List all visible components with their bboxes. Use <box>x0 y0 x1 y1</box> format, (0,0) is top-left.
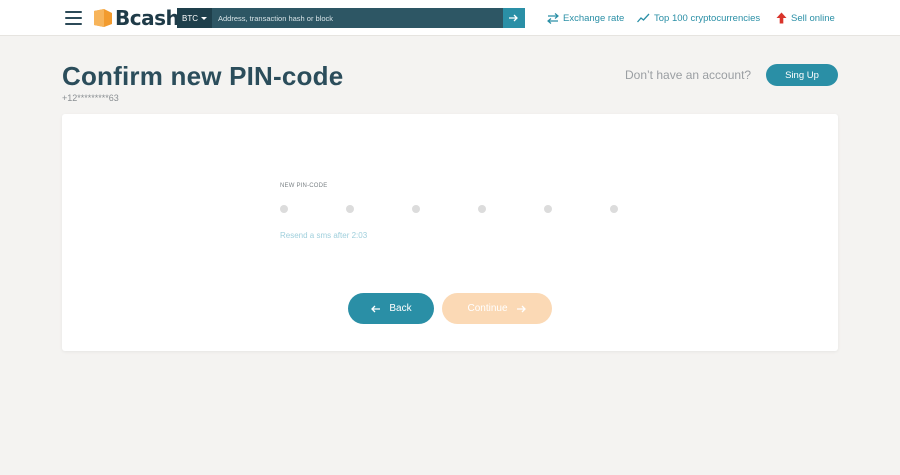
back-button[interactable]: Back <box>348 293 434 324</box>
nav-sell-online[interactable]: Sell online <box>776 11 835 25</box>
continue-button[interactable]: Continue <box>442 293 552 324</box>
nav-top100-label: Top 100 cryptocurrencies <box>654 12 761 24</box>
hamburger-menu-icon[interactable] <box>65 11 82 25</box>
pin-digit-dot[interactable] <box>544 205 552 213</box>
search-submit-button[interactable] <box>503 8 525 28</box>
arrow-left-icon <box>371 305 381 312</box>
logo-text: Bcash <box>115 6 180 30</box>
page-title: Confirm new PIN-code <box>62 61 344 91</box>
arrow-up-icon <box>776 12 787 24</box>
arrow-right-icon <box>509 14 518 22</box>
nav-exchange-rate-label: Exchange rate <box>563 12 625 24</box>
nav-top100[interactable]: Top 100 cryptocurrencies <box>637 11 760 25</box>
nav-exchange-rate[interactable]: Exchange rate <box>547 11 624 25</box>
top-header: Bcash BTC Exchange rate Top 100 cryptocu… <box>0 0 900 36</box>
no-account-text: Don’t have an account? <box>625 68 752 82</box>
back-button-label: Back <box>389 303 412 314</box>
masked-phone-number: +12*********63 <box>62 93 119 103</box>
trend-line-icon <box>637 13 650 23</box>
search-input[interactable] <box>212 8 503 28</box>
search-bar: BTC <box>177 8 525 28</box>
bcash-logo-icon <box>94 9 112 27</box>
pin-digit-dot[interactable] <box>478 205 486 213</box>
pin-digit-dot[interactable] <box>346 205 354 213</box>
pin-code-label: NEW PIN-CODE <box>280 183 328 189</box>
pin-digit-dot[interactable] <box>412 205 420 213</box>
pin-code-input[interactable] <box>280 205 620 213</box>
chevron-down-icon <box>201 16 207 20</box>
logo[interactable]: Bcash <box>92 6 180 30</box>
resend-sms-text: Resend a sms after 2:03 <box>280 231 368 240</box>
currency-label: BTC <box>182 13 198 23</box>
pin-form-card: NEW PIN-CODE Resend a sms after 2:03 Bac… <box>62 114 838 351</box>
signup-button[interactable]: Sing Up <box>766 64 838 86</box>
exchange-arrows-icon <box>547 12 559 24</box>
pin-digit-dot[interactable] <box>610 205 618 213</box>
continue-button-label: Continue <box>467 303 508 314</box>
currency-selector[interactable]: BTC <box>177 8 212 28</box>
arrow-right-icon <box>516 305 526 312</box>
pin-digit-dot[interactable] <box>280 205 288 213</box>
nav-sell-online-label: Sell online <box>791 12 835 24</box>
